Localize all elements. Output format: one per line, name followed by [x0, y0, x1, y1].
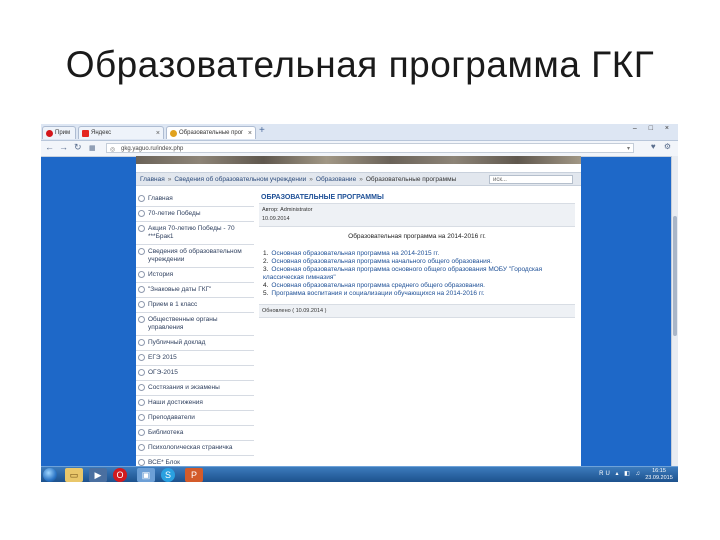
chevron-down-icon[interactable]: ▾	[627, 144, 630, 154]
search-input[interactable]: иск...	[489, 175, 573, 184]
article-subtitle: Образовательная программа на 2014-2016 г…	[348, 233, 486, 240]
menu-item[interactable]: Психологическая страничка	[136, 441, 254, 456]
site-banner	[136, 156, 581, 164]
tab-yandex[interactable]: Яндекс ×	[78, 126, 164, 139]
language-indicator[interactable]: RU	[599, 471, 612, 477]
menu-item[interactable]: Наши достижения	[136, 396, 254, 411]
start-button[interactable]	[43, 468, 57, 482]
breadcrumb-link[interactable]: Главная	[140, 176, 165, 183]
breadcrumb-link[interactable]: Сведения об образовательном учреждении	[174, 176, 306, 183]
back-arrow-icon[interactable]: ←	[45, 142, 54, 152]
menu-item[interactable]: Главная	[136, 192, 254, 207]
menu-item[interactable]: "Знаковые даты ГКГ"	[136, 283, 254, 298]
tab-label: Прим	[55, 130, 71, 136]
menu-item[interactable]: Акция 70-летию Победы - 70 ***Брак1	[136, 222, 254, 245]
opera-icon[interactable]: O	[113, 468, 127, 482]
menu-item[interactable]: ОГЭ-2015	[136, 366, 254, 381]
bullet-icon	[138, 316, 145, 323]
article-date: 10.09.2014	[262, 216, 290, 222]
tab-opera[interactable]: Прим	[42, 126, 76, 139]
menu-item[interactable]: ВСЕ* Блок	[136, 456, 254, 466]
media-player-icon[interactable]: ▶	[89, 468, 107, 482]
menu-item[interactable]: Прием в 1 класс	[136, 298, 254, 313]
tab-label: Яндекс	[91, 130, 112, 136]
bullet-icon	[138, 225, 145, 232]
program-link[interactable]: 3. Основная образовательная программа осн…	[263, 266, 575, 282]
reload-icon[interactable]: ↻	[74, 142, 82, 153]
new-tab-button[interactable]: +	[259, 125, 265, 136]
program-link[interactable]: 5. Программа воспитания и социализации об…	[263, 290, 575, 298]
program-list: 1. Основная образовательная программа на …	[259, 250, 575, 298]
bullet-icon	[138, 444, 145, 451]
page-scrollbar[interactable]	[671, 156, 678, 466]
article-meta: Автор: Administrator 10.09.2014	[259, 204, 575, 227]
bullet-icon	[138, 429, 145, 436]
system-tray[interactable]: RU ▴ ◧ ♫	[599, 470, 642, 477]
explorer-icon[interactable]: ▭	[65, 468, 83, 482]
navigation-bar: ← → ↻ ▦ ◎ gkg.yaguo.ru/index.php ▾ ♥ ⚙	[41, 141, 678, 157]
scrollbar-thumb[interactable]	[673, 216, 677, 336]
breadcrumb: Главная» Сведения об образовательном учре…	[136, 172, 581, 186]
menu-item[interactable]: 70-летие Победы	[136, 207, 254, 222]
close-icon[interactable]: ×	[248, 127, 252, 139]
clock-date: 23.09.2015	[645, 475, 673, 481]
menu-item[interactable]: История	[136, 268, 254, 283]
powerpoint-icon[interactable]: P	[185, 468, 203, 482]
window-controls[interactable]: – □ ×	[633, 125, 674, 132]
slide-title: Образовательная программа ГКГ	[65, 44, 655, 85]
tab-programs[interactable]: Образовательные прог ×	[166, 126, 256, 139]
breadcrumb-current: Образовательные программы	[365, 176, 457, 183]
program-link[interactable]: 4. Основная образовательная программа сре…	[263, 282, 575, 290]
bullet-icon	[138, 248, 145, 255]
bullet-icon	[138, 339, 145, 346]
yandex-icon	[82, 130, 89, 137]
page-info-icon: ◎	[110, 147, 116, 153]
bullet-icon	[138, 301, 145, 308]
bullet-icon	[138, 195, 145, 202]
browser-screenshot: Прим Яндекс × Образовательные прог × + –…	[41, 124, 678, 482]
bullet-icon	[138, 369, 145, 376]
menu-item[interactable]: ЕГЭ 2015	[136, 351, 254, 366]
opera-icon	[46, 130, 53, 137]
speed-dial-icon[interactable]: ▦	[89, 144, 96, 152]
program-link[interactable]: 1. Основная образовательная программа на …	[263, 250, 575, 258]
article-title: ОБРАЗОВАТЕЛЬНЫЕ ПРОГРАММЫ	[259, 192, 575, 204]
browser-menu-icons[interactable]: ♥ ⚙	[651, 142, 674, 151]
article: ОБРАЗОВАТЕЛЬНЫЕ ПРОГРАММЫ Автор: Adminis…	[259, 192, 575, 318]
menu-item[interactable]: Состязания и экзамены	[136, 381, 254, 396]
bullet-icon	[138, 210, 145, 217]
menu-item[interactable]: Сведения об образовательном учреждении	[136, 245, 254, 268]
forward-arrow-icon[interactable]: →	[59, 142, 68, 152]
bullet-icon	[138, 414, 145, 421]
sidebar-menu: Главная 70-летие Победы Акция 70-летию П…	[136, 192, 254, 466]
article-author: Автор: Administrator	[262, 207, 313, 213]
clock-time: 16:15	[652, 468, 666, 474]
menu-item[interactable]: Преподаватели	[136, 411, 254, 426]
skype-icon[interactable]: S	[161, 468, 175, 482]
menu-item[interactable]: Публичный доклад	[136, 336, 254, 351]
close-icon[interactable]: ×	[156, 127, 160, 139]
site-icon	[170, 130, 177, 137]
bullet-icon	[138, 271, 145, 278]
clock[interactable]: 16:15 23.09.2015	[644, 468, 674, 482]
article-updated: Обновлено ( 10.09.2014 )	[259, 304, 575, 318]
menu-item[interactable]: Библиотека	[136, 426, 254, 441]
bullet-icon	[138, 399, 145, 406]
address-text: gkg.yaguo.ru/index.php	[121, 146, 184, 152]
computer-icon[interactable]: ▣	[137, 468, 155, 482]
bullet-icon	[138, 384, 145, 391]
bullet-icon	[138, 286, 145, 293]
bullet-icon	[138, 459, 145, 466]
tab-label: Образовательные прог	[179, 130, 244, 136]
breadcrumb-link[interactable]: Образование	[316, 176, 356, 183]
program-link[interactable]: 2. Основная образовательная программа нач…	[263, 258, 575, 266]
tab-bar: Прим Яндекс × Образовательные прог × + –…	[41, 124, 678, 141]
address-bar[interactable]: ◎ gkg.yaguo.ru/index.php ▾	[106, 143, 634, 153]
menu-item[interactable]: Общественные органы управления	[136, 313, 254, 336]
web-page: Главная» Сведения об образовательном учре…	[136, 156, 581, 466]
bullet-icon	[138, 354, 145, 361]
taskbar: ▭ ▶ O ▣ S P RU ▴ ◧ ♫ 16:15 23.09.2015	[41, 466, 678, 482]
